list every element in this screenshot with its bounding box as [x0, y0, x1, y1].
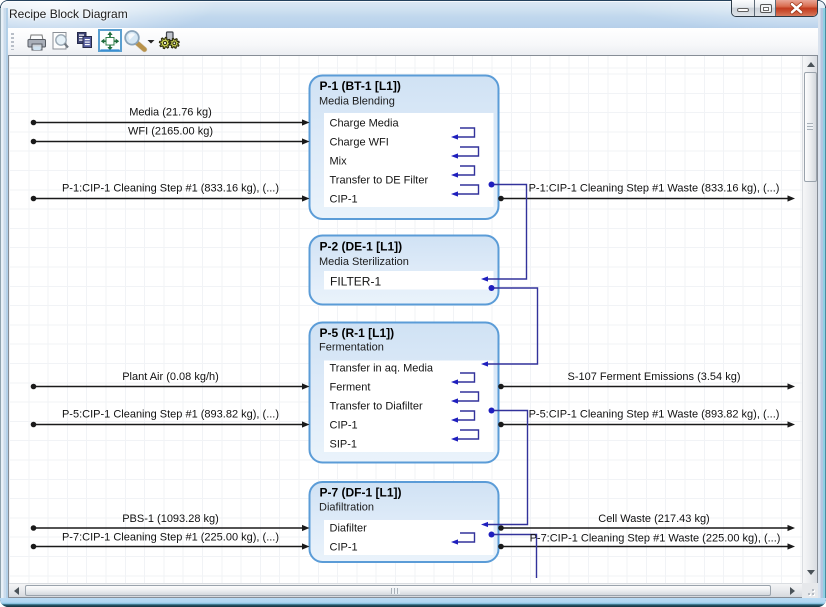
svg-text:CIP-1: CIP-1	[330, 194, 358, 206]
svg-text:CIP-1: CIP-1	[330, 420, 358, 432]
svg-text:P-5:CIP-1 Cleaning Step #1 (89: P-5:CIP-1 Cleaning Step #1 (893.82 kg), …	[62, 409, 279, 421]
svg-text:Transfer in aq. Media: Transfer in aq. Media	[330, 363, 434, 375]
svg-text:Cell Waste (217.43 kg): Cell Waste (217.43 kg)	[598, 513, 709, 525]
svg-text:Transfer to DE Filter: Transfer to DE Filter	[330, 175, 429, 187]
svg-text:P-2 (DE-1 [L1]): P-2 (DE-1 [L1])	[320, 240, 403, 254]
svg-text:P-5:CIP-1 Cleaning Step #1 Was: P-5:CIP-1 Cleaning Step #1 Waste (893.82…	[529, 409, 780, 421]
svg-text:Mix: Mix	[330, 156, 348, 168]
svg-text:Plant Air (0.08 kg/h): Plant Air (0.08 kg/h)	[122, 371, 219, 383]
svg-text:Diafiltration: Diafiltration	[319, 502, 374, 514]
svg-text:FILTER-1: FILTER-1	[330, 275, 381, 289]
svg-text:SIP-1: SIP-1	[330, 439, 358, 451]
svg-text:PBS-1 (1093.28 kg): PBS-1 (1093.28 kg)	[122, 513, 219, 525]
svg-text:Ferment: Ferment	[330, 382, 371, 394]
svg-text:Media Sterilization: Media Sterilization	[319, 256, 409, 268]
svg-text:P-1:CIP-1 Cleaning Step #1 Was: P-1:CIP-1 Cleaning Step #1 Waste (833.16…	[529, 183, 780, 195]
svg-text:P-7:CIP-1 Cleaning Step #1 (22: P-7:CIP-1 Cleaning Step #1 (225.00 kg), …	[62, 532, 279, 544]
svg-text:Fermentation: Fermentation	[319, 342, 384, 354]
svg-text:P-1 (BT-1 [L1]): P-1 (BT-1 [L1])	[320, 79, 401, 93]
svg-text:WFI (2165.00 kg): WFI (2165.00 kg)	[128, 126, 213, 138]
svg-text:Charge Media: Charge Media	[330, 118, 400, 130]
svg-text:Diafilter: Diafilter	[330, 523, 368, 535]
svg-text:Transfer to Diafilter: Transfer to Diafilter	[330, 401, 423, 413]
svg-text:CIP-1: CIP-1	[330, 542, 358, 554]
svg-text:Charge WFI: Charge WFI	[330, 137, 389, 149]
svg-text:Media Blending: Media Blending	[319, 96, 395, 108]
svg-text:S-107 Ferment Emissions (3.54: S-107 Ferment Emissions (3.54 kg)	[567, 371, 740, 383]
svg-text:Media (21.76 kg): Media (21.76 kg)	[129, 107, 212, 119]
svg-text:P-1:CIP-1 Cleaning Step #1 (83: P-1:CIP-1 Cleaning Step #1 (833.16 kg), …	[62, 183, 279, 195]
svg-text:P-7:CIP-1 Cleaning Step #1 Was: P-7:CIP-1 Cleaning Step #1 Waste (225.00…	[530, 533, 781, 545]
svg-text:P-5 (R-1 [L1]): P-5 (R-1 [L1])	[320, 326, 395, 340]
svg-text:P-7 (DF-1 [L1]): P-7 (DF-1 [L1])	[320, 486, 402, 500]
